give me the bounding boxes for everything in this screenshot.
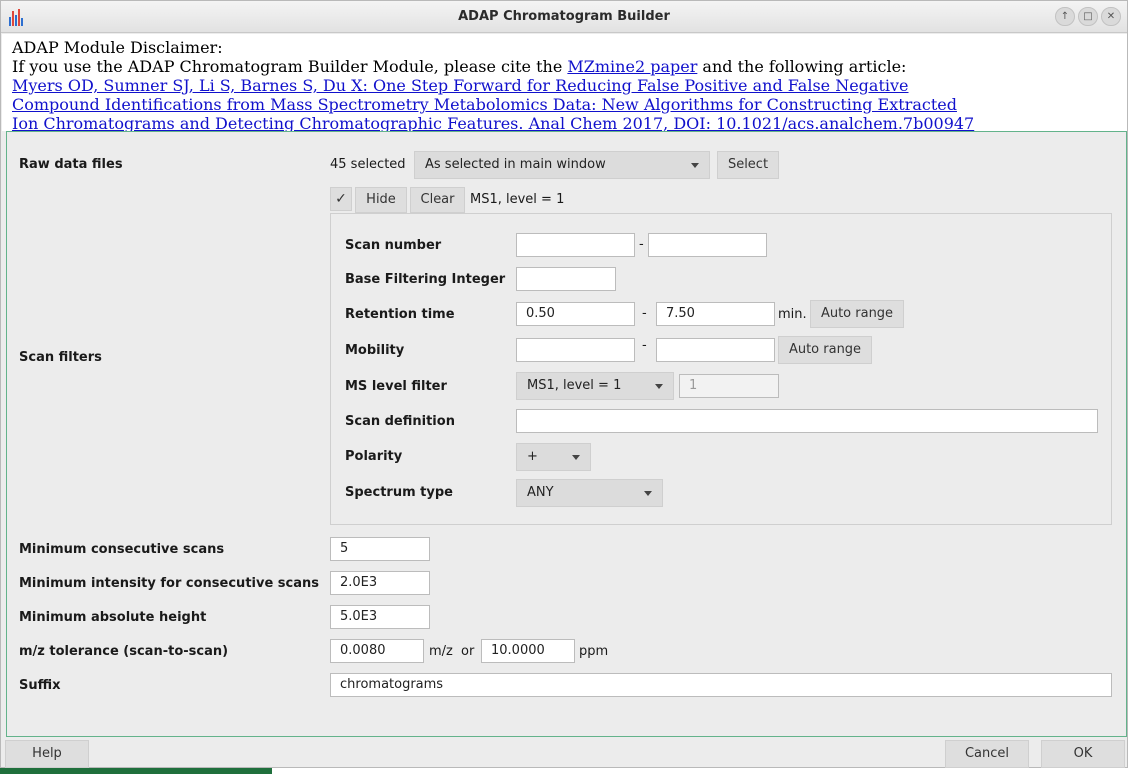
disclaimer-heading: ADAP Module Disclaimer:: [12, 38, 223, 57]
suffix-input[interactable]: chromatograms: [330, 673, 1112, 697]
spectrum-type-value: ANY: [527, 485, 554, 500]
cite-suffix: and the following article:: [697, 57, 907, 76]
select-button[interactable]: Select: [717, 151, 779, 179]
window-title: ADAP Chromatogram Builder: [458, 9, 670, 24]
mobility-auto-range-button[interactable]: Auto range: [778, 336, 872, 364]
cancel-button[interactable]: Cancel: [945, 740, 1029, 768]
mobility-from-input[interactable]: [516, 338, 635, 362]
cite-prefix: If you use the ADAP Chromatogram Builder…: [12, 57, 568, 76]
clear-button[interactable]: Clear: [410, 187, 465, 213]
retention-time-unit: min.: [778, 307, 807, 322]
spectrum-type-select[interactable]: ANY: [516, 479, 663, 507]
chevron-down-icon: [644, 491, 652, 496]
min-abs-height-label: Minimum absolute height: [19, 610, 207, 625]
min-consecutive-input[interactable]: 5: [330, 537, 430, 561]
min-abs-height-input[interactable]: 5.0E3: [330, 605, 430, 629]
retention-time-from-input[interactable]: 0.50: [516, 302, 635, 326]
ok-button[interactable]: OK: [1041, 740, 1125, 768]
dialog-window: ADAP Chromatogram Builder ↑ □ ✕ ADAP Mod…: [0, 0, 1128, 768]
polarity-label: Polarity: [345, 449, 403, 464]
scan-filters-label: Scan filters: [19, 350, 102, 365]
parameters-form: Raw data files 45 selected As selected i…: [6, 131, 1127, 737]
article-link-line-3[interactable]: Ion Chromatograms and Detecting Chromato…: [12, 114, 974, 131]
raw-data-files-label: Raw data files: [19, 157, 123, 172]
scan-number-to-input[interactable]: [648, 233, 767, 257]
background-app-edge: [1128, 0, 1136, 774]
selected-count: 45 selected: [330, 157, 406, 172]
scan-filters-checkbox[interactable]: ✓: [330, 187, 352, 211]
polarity-select[interactable]: +: [516, 443, 591, 471]
min-intensity-label: Minimum intensity for consecutive scans: [19, 576, 320, 591]
base-filtering-label: Base Filtering Integer: [345, 272, 506, 287]
scan-number-from-input[interactable]: [516, 233, 635, 257]
scan-definition-input[interactable]: [516, 409, 1098, 433]
mobility-to-input[interactable]: [656, 338, 775, 362]
spectrum-type-label: Spectrum type: [345, 485, 453, 500]
min-intensity-input[interactable]: 2.0E3: [330, 571, 430, 595]
disclaimer-panel: ADAP Module Disclaimer: If you use the A…: [2, 34, 1127, 131]
chevron-down-icon: [572, 455, 580, 460]
ppm-unit: ppm: [579, 644, 609, 659]
article-link-line-1[interactable]: Myers OD, Sumner SJ, Li S, Barnes S, Du …: [12, 76, 909, 95]
ms-level-number-input: 1: [679, 374, 779, 398]
mobility-dash: -: [642, 338, 647, 353]
ms-level-value: MS1, level = 1: [527, 378, 622, 393]
retention-time-label: Retention time: [345, 307, 455, 322]
title-bar: ADAP Chromatogram Builder ↑ □ ✕: [1, 1, 1127, 33]
scan-definition-label: Scan definition: [345, 414, 455, 429]
mz-tolerance-label: m/z tolerance (scan-to-scan): [19, 644, 229, 659]
mzmine-paper-link[interactable]: MZmine2 paper: [567, 57, 697, 76]
chevron-down-icon: [691, 163, 699, 168]
mz-unit: m/z: [429, 644, 453, 659]
mobility-label: Mobility: [345, 343, 405, 358]
polarity-value: +: [527, 449, 538, 464]
base-filtering-input[interactable]: [516, 267, 616, 291]
article-link-line-2[interactable]: Compound Identifications from Mass Spect…: [12, 95, 957, 114]
raw-data-mode-select[interactable]: As selected in main window: [414, 151, 710, 179]
maximize-up-button[interactable]: ↑: [1055, 7, 1075, 26]
raw-data-mode-value: As selected in main window: [425, 157, 606, 172]
scan-filters-box: Scan number - Base Filtering Integer Ret…: [330, 213, 1112, 525]
retention-time-dash: -: [642, 306, 647, 321]
suffix-label: Suffix: [19, 678, 61, 693]
ms-level-label: MS level filter: [345, 379, 447, 394]
restore-button[interactable]: □: [1078, 7, 1098, 26]
hide-button[interactable]: Hide: [355, 187, 407, 213]
help-button[interactable]: Help: [5, 740, 89, 768]
scan-filter-summary: MS1, level = 1: [470, 192, 565, 207]
or-text: or: [461, 644, 475, 659]
scan-number-dash: -: [639, 237, 644, 252]
retention-auto-range-button[interactable]: Auto range: [810, 300, 904, 328]
ppm-tolerance-input[interactable]: 10.0000: [481, 639, 575, 663]
disclaimer-cite-line: If you use the ADAP Chromatogram Builder…: [12, 57, 1117, 76]
mz-tolerance-input[interactable]: 0.0080: [330, 639, 424, 663]
ms-level-select[interactable]: MS1, level = 1: [516, 372, 674, 400]
close-button[interactable]: ✕: [1101, 7, 1121, 26]
chevron-down-icon: [655, 384, 663, 389]
min-consecutive-label: Minimum consecutive scans: [19, 542, 225, 557]
retention-time-to-input[interactable]: 7.50: [656, 302, 775, 326]
scan-number-label: Scan number: [345, 238, 442, 253]
